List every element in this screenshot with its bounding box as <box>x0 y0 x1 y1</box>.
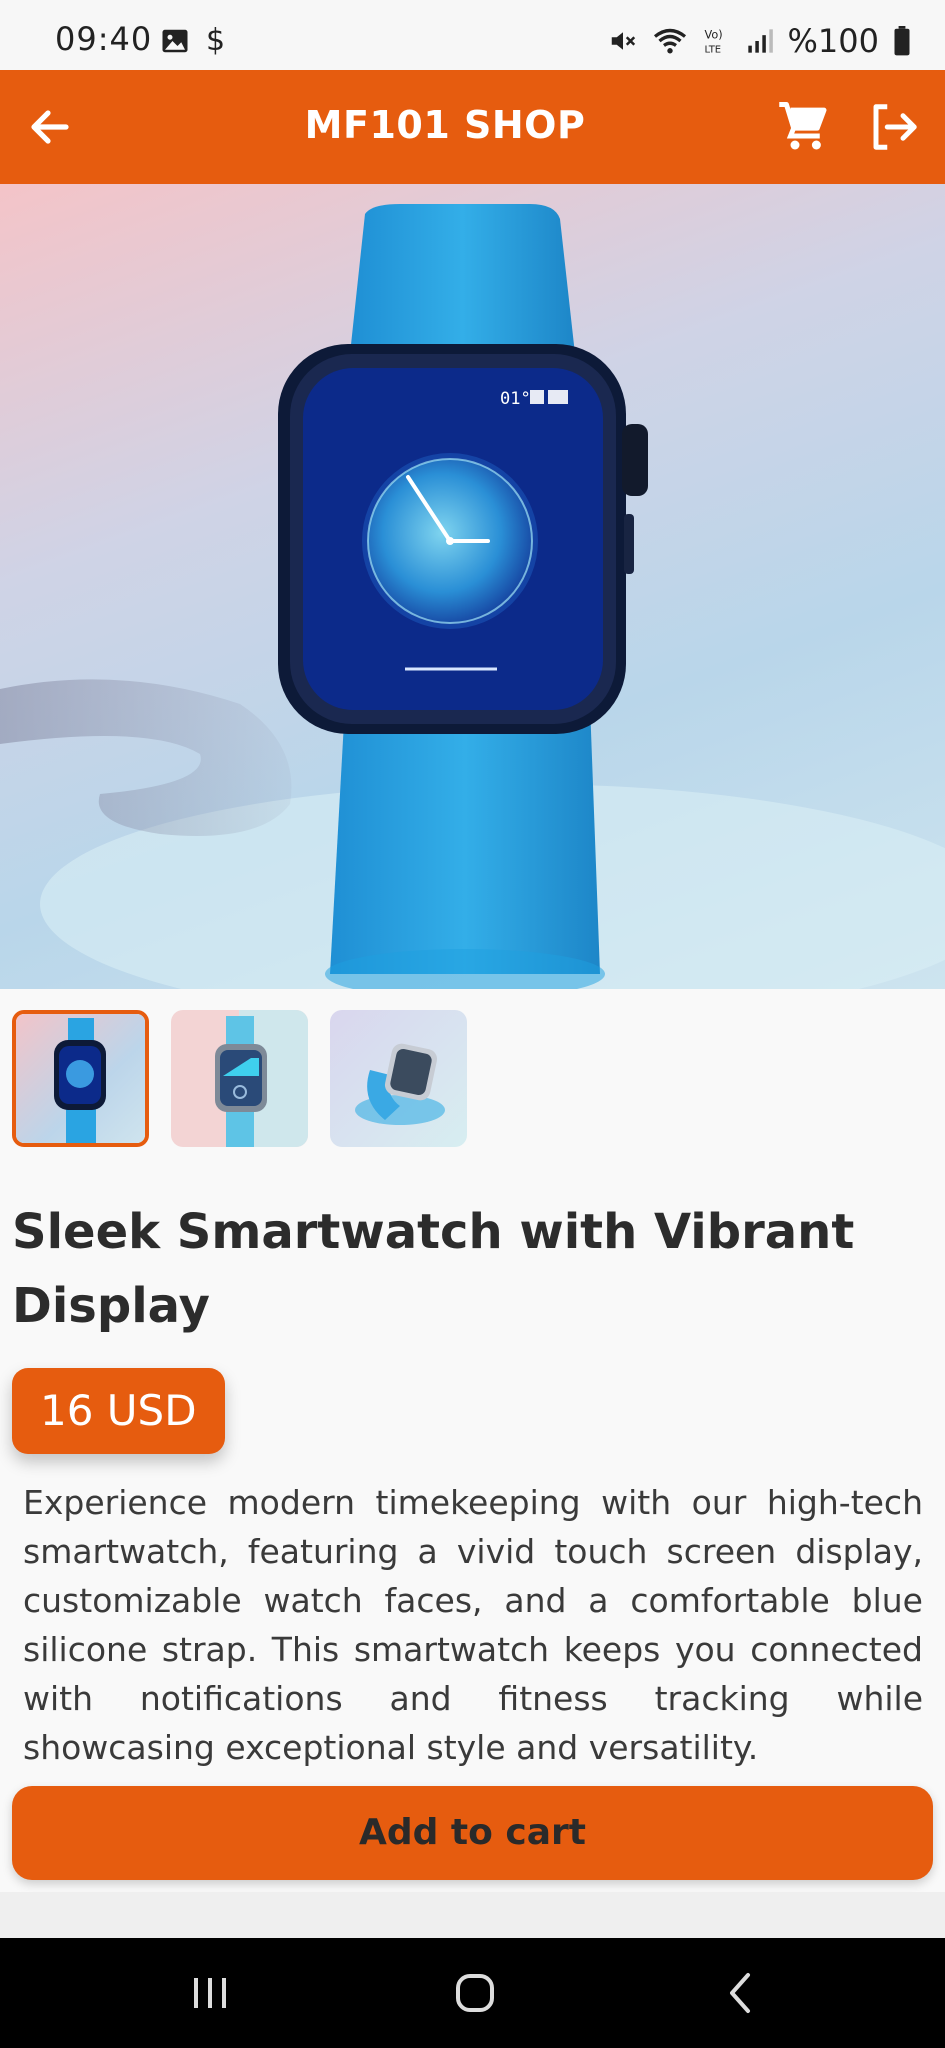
volte-icon: Vo) LTE <box>704 29 722 56</box>
thumbnail-1[interactable] <box>12 1010 149 1147</box>
svg-text:Vo): Vo) <box>704 29 722 42</box>
battery-icon <box>894 26 910 56</box>
signal-icon <box>747 29 773 53</box>
system-nav-bar <box>0 1938 945 2048</box>
chevron-left-icon <box>730 1973 750 2013</box>
mute-icon <box>611 32 635 50</box>
home-button[interactable] <box>445 1968 505 2018</box>
thumbnail-2[interactable] <box>171 1010 308 1147</box>
price-badge: 16 USD <box>12 1368 225 1454</box>
watch-corner-text: 01° <box>500 389 531 409</box>
wifi-icon <box>653 28 686 54</box>
add-to-cart-button[interactable]: Add to cart <box>12 1786 933 1880</box>
dollar-icon: $ <box>206 23 226 58</box>
cart-button[interactable] <box>776 100 832 154</box>
thumbnail-3[interactable] <box>330 1010 467 1147</box>
status-time: 09:40 <box>55 20 153 58</box>
app-title: MF101 SHOP <box>304 103 586 147</box>
logout-button[interactable] <box>866 100 922 154</box>
gallery-icon <box>162 29 188 53</box>
cart-icon <box>779 102 827 150</box>
product-title: Sleek Smartwatch with Vibrant Display <box>12 1204 855 1334</box>
thumbnail-strip <box>12 1010 467 1147</box>
recents-icon <box>194 1978 226 2008</box>
thumbnail-image <box>330 1010 467 1147</box>
svg-text:LTE: LTE <box>704 44 721 55</box>
product-description: Experience modern timekeeping with our h… <box>23 1483 923 1767</box>
recents-button[interactable] <box>180 1968 240 2018</box>
app-bar: MF101 SHOP <box>0 70 945 184</box>
logout-icon <box>873 104 917 150</box>
thumbnail-image <box>16 1014 145 1143</box>
status-bar: 09:40 $ Vo) LTE %100 <box>0 0 945 70</box>
smartwatch-illustration: 01° <box>0 204 945 989</box>
thumbnail-image <box>171 1010 308 1147</box>
battery-text: %100 <box>787 22 879 60</box>
bottom-spacer <box>0 1892 945 1938</box>
back-nav-button[interactable] <box>710 1968 770 2018</box>
home-icon <box>456 1974 494 2012</box>
product-main-image: 01° <box>0 184 945 989</box>
